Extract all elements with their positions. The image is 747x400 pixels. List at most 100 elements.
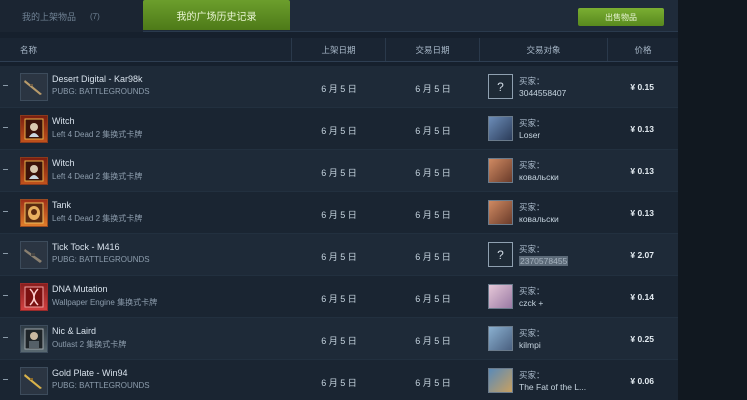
column-counterparty[interactable]: 交易对象 (480, 38, 608, 61)
item-name[interactable]: Witch (52, 116, 75, 126)
trade-date: 6 月 5 日 (415, 168, 451, 178)
column-price[interactable]: 价格 (608, 38, 678, 61)
trade-date: 6 月 5 日 (415, 294, 451, 304)
price: ¥ 0.13 (630, 166, 654, 176)
buyer-name[interactable]: kilmpi (519, 340, 541, 350)
sold-indicator (3, 85, 8, 86)
sold-indicator (3, 337, 8, 338)
question-avatar-icon: ? (488, 74, 513, 99)
sold-indicator (3, 295, 8, 296)
item-name[interactable]: Gold Plate - Win94 (52, 368, 128, 378)
column-trade-date[interactable]: 交易日期 (386, 38, 480, 61)
trade-date: 6 月 5 日 (415, 336, 451, 346)
listed-date: 6 月 5 日 (321, 294, 357, 304)
table-row[interactable]: Witch Left 4 Dead 2 集换式卡牌 6 月 5 日 6 月 5 … (0, 108, 678, 150)
item-name[interactable]: Tank (52, 200, 71, 210)
rifle-icon[interactable] (20, 241, 48, 269)
buyer-name[interactable]: 2370578455 (519, 256, 569, 266)
table-row[interactable]: DNA Mutation Wallpaper Engine 集换式卡牌 6 月 … (0, 276, 678, 318)
item-game: PUBG: BATTLEGROUNDS (52, 87, 150, 96)
item-game: Left 4 Dead 2 集换式卡牌 (52, 172, 143, 181)
buyer-label: 买家： (519, 328, 545, 338)
sold-indicator (3, 211, 8, 212)
buyer-label: 买家： (519, 160, 545, 170)
buyer-avatar-icon[interactable] (488, 284, 513, 309)
listed-date: 6 月 5 日 (321, 252, 357, 262)
buyer-label: 买家： (519, 76, 545, 86)
item-name[interactable]: Witch (52, 158, 75, 168)
sold-indicator (3, 127, 8, 128)
tab-market-history[interactable]: 我的广场历史记录 (143, 0, 290, 30)
tab-market-history-label: 我的广场历史记录 (176, 11, 257, 23)
price: ¥ 2.07 (630, 250, 654, 260)
buyer-name[interactable]: ковальски (519, 172, 559, 182)
tab-my-listings-label: 我的上架物品 (22, 11, 77, 22)
item-game: Wallpaper Engine 集换式卡牌 (52, 298, 158, 307)
column-listed-date[interactable]: 上架日期 (292, 38, 386, 61)
column-name[interactable]: 名称 (0, 38, 292, 61)
buyer-avatar-icon[interactable] (488, 116, 513, 141)
table-row[interactable]: Tank Left 4 Dead 2 集换式卡牌 6 月 5 日 6 月 5 日… (0, 192, 678, 234)
trading-card-icon[interactable] (20, 199, 48, 227)
buyer-avatar-icon[interactable] (488, 326, 513, 351)
buyer-label: 买家： (519, 244, 545, 254)
sold-indicator (3, 379, 8, 380)
trading-card-icon[interactable] (20, 157, 48, 185)
item-name[interactable]: Desert Digital - Kar98k (52, 74, 143, 84)
item-game: Left 4 Dead 2 集换式卡牌 (52, 214, 143, 223)
rifle-icon[interactable] (20, 73, 48, 101)
buyer-avatar-icon[interactable] (488, 200, 513, 225)
buyer-avatar-icon[interactable] (488, 368, 513, 393)
buyer-label: 买家： (519, 118, 545, 128)
sell-item-button[interactable]: 出售物品 (578, 8, 664, 26)
table-row[interactable]: Nic & Laird Outlast 2 集换式卡牌 6 月 5 日 6 月 … (0, 318, 678, 360)
history-list: Desert Digital - Kar98k PUBG: BATTLEGROU… (0, 66, 678, 400)
item-name[interactable]: Nic & Laird (52, 326, 96, 336)
listed-date: 6 月 5 日 (321, 378, 357, 388)
listed-date: 6 月 5 日 (321, 84, 357, 94)
question-avatar-icon: ? (488, 242, 513, 267)
listed-date: 6 月 5 日 (321, 168, 357, 178)
item-name[interactable]: DNA Mutation (52, 284, 108, 294)
price: ¥ 0.14 (630, 292, 654, 302)
item-name[interactable]: Tick Tock - M416 (52, 242, 120, 252)
trade-date: 6 月 5 日 (415, 252, 451, 262)
table-row[interactable]: Desert Digital - Kar98k PUBG: BATTLEGROU… (0, 66, 678, 108)
listed-date: 6 月 5 日 (321, 210, 357, 220)
buyer-avatar-icon[interactable] (488, 158, 513, 183)
item-game: Left 4 Dead 2 集换式卡牌 (52, 130, 143, 139)
sold-indicator (3, 253, 8, 254)
buyer-name[interactable]: 3044558407 (519, 88, 566, 98)
page-margin (678, 0, 747, 400)
buyer-name[interactable]: Loser (519, 130, 540, 140)
rifle-icon[interactable] (20, 367, 48, 395)
trade-date: 6 月 5 日 (415, 84, 451, 94)
sold-indicator (3, 169, 8, 170)
listed-date: 6 月 5 日 (321, 336, 357, 346)
item-game: PUBG: BATTLEGROUNDS (52, 381, 150, 390)
table-row[interactable]: Tick Tock - M416 PUBG: BATTLEGROUNDS 6 月… (0, 234, 678, 276)
buyer-name[interactable]: ковальски (519, 214, 559, 224)
trade-date: 6 月 5 日 (415, 378, 451, 388)
price: ¥ 0.13 (630, 208, 654, 218)
trading-card-icon[interactable] (20, 283, 48, 311)
buyer-name[interactable]: The Fat of the L... (519, 382, 586, 392)
tab-my-listings-count: (7) (90, 11, 100, 21)
buyer-label: 买家： (519, 202, 545, 212)
trading-card-icon[interactable] (20, 325, 48, 353)
table-header: 名称 上架日期 交易日期 交易对象 价格 (0, 38, 678, 62)
tab-bar: 我的上架物品 (7) 我的广场历史记录 出售物品 (0, 0, 678, 32)
item-game: Outlast 2 集换式卡牌 (52, 340, 127, 349)
table-row[interactable]: Gold Plate - Win94 PUBG: BATTLEGROUNDS 6… (0, 360, 678, 400)
table-row[interactable]: Witch Left 4 Dead 2 集换式卡牌 6 月 5 日 6 月 5 … (0, 150, 678, 192)
buyer-label: 买家： (519, 370, 545, 380)
trade-date: 6 月 5 日 (415, 126, 451, 136)
trading-card-icon[interactable] (20, 115, 48, 143)
listed-date: 6 月 5 日 (321, 126, 357, 136)
buyer-name[interactable]: czck + (519, 298, 543, 308)
item-game: PUBG: BATTLEGROUNDS (52, 255, 150, 264)
buyer-label: 买家： (519, 286, 545, 296)
trade-date: 6 月 5 日 (415, 210, 451, 220)
price: ¥ 0.06 (630, 376, 654, 386)
tab-my-listings[interactable]: 我的上架物品 (7) (0, 0, 143, 32)
